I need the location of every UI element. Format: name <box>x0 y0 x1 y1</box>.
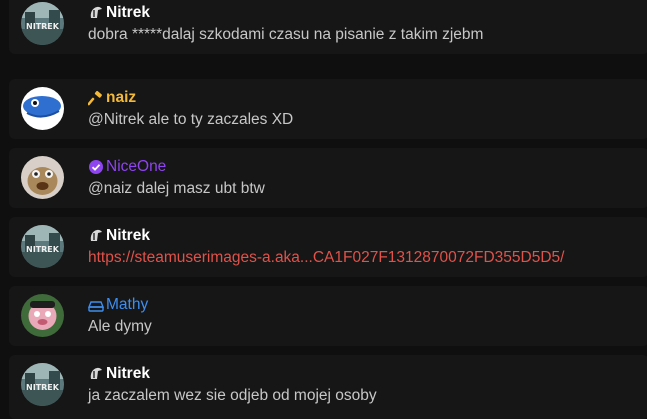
spartan-helmet-icon <box>88 228 104 244</box>
message-header: NiceOne <box>88 157 166 177</box>
author-name[interactable]: Nitrek <box>106 365 150 383</box>
author-name[interactable]: Nitrek <box>106 227 150 245</box>
hammer-icon <box>88 90 104 106</box>
svg-text:NITREK: NITREK <box>26 383 60 392</box>
chat-feed: NITREK Nitrek dobra *****dalaj szkodami … <box>0 0 647 419</box>
chat-message: NITREK Nitrek https://steamuserimages-a.… <box>9 217 647 277</box>
avatar[interactable] <box>21 87 64 130</box>
message-text: @Nitrek ale to ty zaczales XD <box>88 111 294 128</box>
chat-message: NITREK Nitrek dobra *****dalaj szkodami … <box>9 0 647 54</box>
avatar[interactable] <box>21 156 64 199</box>
spartan-helmet-icon <box>88 5 104 21</box>
chat-message: NiceOne @naiz dalej masz ubt btw <box>9 148 647 208</box>
author-name[interactable]: Mathy <box>106 296 148 314</box>
drive-icon <box>88 297 104 313</box>
author-name[interactable]: NiceOne <box>106 158 166 176</box>
chat-message: naiz @Nitrek ale to ty zaczales XD <box>9 79 647 139</box>
chat-message: NITREK Nitrek ja zaczalem wez sie odjeb … <box>9 355 647 419</box>
message-header: naiz <box>88 88 136 108</box>
avatar[interactable]: NITREK <box>21 225 64 268</box>
spartan-helmet-icon <box>88 366 104 382</box>
author-name[interactable]: Nitrek <box>106 4 150 22</box>
message-text: ja zaczalem wez sie odjeb od mojej osoby <box>88 387 377 404</box>
message-header: Nitrek <box>88 226 150 246</box>
avatar[interactable]: NITREK <box>21 2 64 45</box>
message-text: dobra *****dalaj szkodami czasu na pisan… <box>88 26 484 43</box>
svg-text:NITREK: NITREK <box>26 245 60 254</box>
message-header: Mathy <box>88 295 148 315</box>
message-text: Ale dymy <box>88 318 152 335</box>
avatar[interactable] <box>21 294 64 337</box>
chat-message: Mathy Ale dymy <box>9 286 647 346</box>
message-header: Nitrek <box>88 3 150 23</box>
verified-check-icon <box>88 159 104 175</box>
avatar[interactable]: NITREK <box>21 363 64 406</box>
message-link[interactable]: https://steamuserimages-a.aka...CA1F027F… <box>88 249 564 267</box>
message-text: @naiz dalej masz ubt btw <box>88 180 265 197</box>
svg-text:NITREK: NITREK <box>26 22 60 31</box>
author-name[interactable]: naiz <box>106 89 136 107</box>
message-header: Nitrek <box>88 364 150 384</box>
